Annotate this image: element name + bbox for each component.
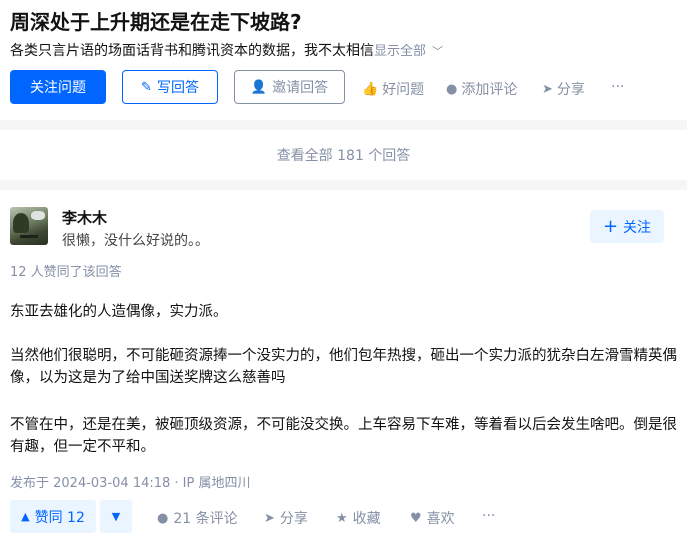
answer-paragraph: 不管在中，还是在美，被砸顶级资源，不可能没交换。上车容易下车难，等着看以后会发生… — [10, 417, 677, 455]
view-all-answers-label: 查看全部 181 个回答 — [276, 148, 411, 164]
triangle-up-icon: ▲ — [21, 510, 30, 523]
share-question-label: 分享 — [556, 82, 585, 98]
heart-icon: ♥ — [410, 510, 422, 526]
star-icon: ★ — [336, 510, 348, 526]
share-answer-label: 分享 — [279, 511, 308, 527]
publish-meta[interactable]: 发布于 2024-03-04 14:18 · IP 属地四川 — [10, 472, 250, 491]
upvote-label: 赞同 12 — [34, 509, 85, 526]
pencil-icon: ✎ — [141, 79, 152, 95]
write-answer-label: 写回答 — [156, 80, 199, 96]
add-comment-button[interactable]: ● 添加评论 — [446, 79, 517, 99]
answer-paragraph: 东亚去雄化的人造偶像，实力派。 — [10, 304, 228, 320]
answer-card: 李木木 很懒，没什么好说的。。 + 关注 12 人赞同了该回答 东亚去雄化的人造… — [0, 190, 687, 555]
question-title[interactable]: 周深处于上升期还是在走下坡路? — [10, 6, 302, 35]
thumb-up-icon: 👍 — [362, 81, 379, 97]
triangle-down-icon: ▼ — [111, 510, 121, 523]
question-description-text: 各类只言片语的场面话背书和腾讯资本的数据，我不太相信 — [10, 43, 374, 59]
view-all-answers-bar[interactable]: 查看全部 181 个回答 — [0, 130, 687, 180]
invite-answer-button[interactable]: 👤 邀请回答 — [234, 70, 345, 104]
invite-user-icon: 👤 — [250, 79, 268, 95]
avatar-tree — [13, 213, 29, 233]
comment-icon: ● — [157, 510, 169, 526]
upvote-button[interactable]: ▲ 赞同 12 — [10, 500, 96, 533]
collect-label: 收藏 — [352, 511, 381, 527]
comments-label: 21 条评论 — [173, 511, 238, 527]
like-button[interactable]: ♥ 喜欢 — [410, 508, 455, 528]
question-card: 周深处于上升期还是在走下坡路? 各类只言片语的场面话背书和腾讯资本的数据，我不太… — [0, 0, 687, 120]
comments-button[interactable]: ● 21 条评论 — [157, 508, 238, 528]
answer-more-label: ··· — [482, 508, 496, 524]
share-answer-button[interactable]: ➤ 分享 — [264, 508, 308, 528]
question-description: 各类只言片语的场面话背书和腾讯资本的数据，我不太相信显示全部 ﹀ — [10, 40, 443, 60]
follow-question-button[interactable]: 关注问题 — [10, 70, 106, 104]
answer-more-button[interactable]: ··· — [482, 508, 495, 524]
question-more-button[interactable]: ··· — [611, 79, 624, 95]
share-icon: ➤ — [264, 510, 275, 526]
avatar-bench — [20, 235, 38, 238]
author-headline: 很懒，没什么好说的。。 — [62, 233, 209, 249]
chevron-down-icon[interactable]: ﹀ — [432, 45, 443, 58]
invite-answer-label: 邀请回答 — [272, 80, 329, 96]
good-question-label: 好问题 — [382, 82, 425, 98]
follow-question-label: 关注问题 — [30, 80, 86, 96]
good-question-button[interactable]: 👍 好问题 — [362, 79, 424, 99]
plus-icon: + — [602, 216, 619, 237]
show-all-link[interactable]: 显示全部 — [374, 44, 426, 59]
like-label: 喜欢 — [426, 511, 455, 527]
write-answer-button[interactable]: ✎ 写回答 — [122, 70, 218, 104]
add-comment-label: 添加评论 — [461, 82, 518, 98]
follow-author-label: 关注 — [623, 219, 652, 236]
avatar-sky — [31, 211, 45, 220]
share-question-button[interactable]: ➤ 分享 — [542, 79, 585, 99]
collect-button[interactable]: ★ 收藏 — [336, 508, 381, 528]
comment-icon: ● — [446, 81, 458, 97]
author-name[interactable]: 李木木 — [62, 207, 107, 228]
downvote-button[interactable]: ▼ — [100, 500, 132, 533]
answer-paragraph: 当然他们很聪明，不可能砸资源捧一个没实力的，他们包年热搜，砸出一个实力派的犹杂白… — [10, 348, 677, 386]
follow-author-button[interactable]: + 关注 — [590, 210, 664, 243]
share-icon: ➤ — [542, 81, 553, 97]
avatar[interactable] — [10, 207, 48, 245]
voters-count[interactable]: 12 人赞同了该回答 — [10, 261, 122, 280]
question-more-label: ··· — [611, 79, 625, 95]
